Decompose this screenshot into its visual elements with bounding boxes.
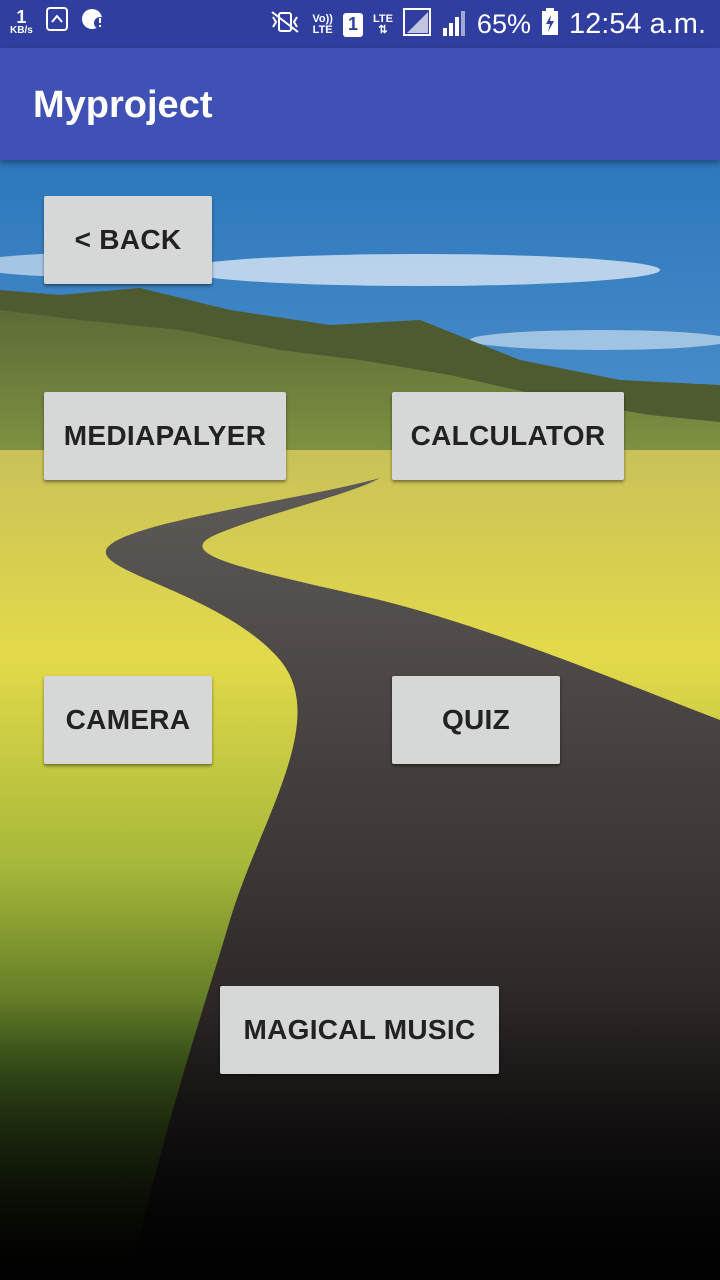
calculator-button[interactable]: CALCULATOR	[392, 392, 624, 480]
status-bar: 1 KB/s Vo)) LTE 1 LTE ⇅ 65% 12:54 a.m.	[0, 0, 720, 48]
battery-percent: 65%	[476, 9, 531, 39]
back-button[interactable]: < BACK	[44, 196, 212, 284]
alert-icon	[81, 6, 107, 37]
volte-bottom: LTE	[312, 23, 333, 36]
network-speed: 1 KB/s	[10, 8, 33, 36]
status-bar-left: 1 KB/s	[10, 6, 107, 37]
volte-indicator: Vo)) LTE	[312, 13, 333, 36]
screenshot-icon	[45, 6, 69, 37]
magical-music-button[interactable]: MAGICAL MUSIC	[220, 986, 499, 1074]
app-title: Myproject	[33, 84, 213, 126]
signal-r-icon	[402, 8, 431, 41]
status-bar-right: Vo)) LTE 1 LTE ⇅ 65% 12:54 a.m.	[268, 8, 706, 41]
app-bar: Myproject	[0, 48, 720, 160]
sim-slot-badge: 1	[342, 12, 363, 37]
network-speed-value: 1	[16, 6, 27, 27]
clock: 12:54 a.m.	[568, 8, 706, 40]
camera-button[interactable]: CAMERA	[44, 676, 212, 764]
mediaplayer-button[interactable]: MEDIAPALYER	[44, 392, 286, 480]
data-arrows-icon: ⇅	[378, 23, 388, 36]
vibrate-mute-icon	[268, 9, 302, 40]
network-speed-unit: KB/s	[10, 24, 33, 36]
lte-indicator: LTE ⇅	[373, 13, 393, 36]
quiz-button[interactable]: QUIZ	[392, 676, 560, 764]
battery-charging-icon	[541, 8, 559, 41]
signal-bars-icon	[441, 8, 467, 41]
